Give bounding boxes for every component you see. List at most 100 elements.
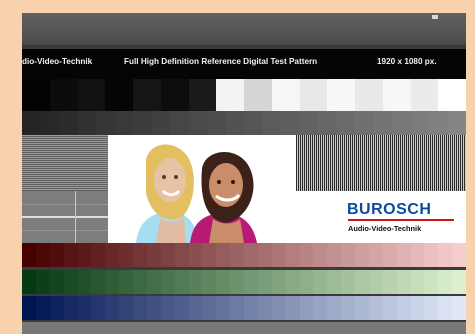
- gray-ramp-step-23: [429, 111, 448, 135]
- red-ramp-step-18: [257, 243, 272, 267]
- gray-ramp-step-2: [40, 111, 59, 135]
- green-ramp-step-32: [452, 270, 466, 294]
- blue-ramp-step-25: [355, 296, 369, 320]
- header-left-text: dio-Video-Technik: [22, 57, 93, 66]
- header-title-text: Full High Definition Reference Digital T…: [124, 57, 318, 66]
- gray-ramp-step-1: [22, 111, 41, 135]
- red-ramp-step-4: [63, 243, 78, 267]
- red-ramp-step-28: [396, 243, 411, 267]
- gray-ramp-step-17: [318, 111, 337, 135]
- green-ramp-step-10: [146, 270, 161, 294]
- gray-ramp-step-14: [262, 111, 281, 135]
- burosch-logo-panel: BUROSCH Audio-Video-Technik: [296, 191, 466, 243]
- step-block-9: [244, 79, 272, 111]
- green-ramp-step-18: [257, 270, 272, 294]
- brand-name: BUROSCH: [347, 201, 432, 218]
- green-ramp-step-1: [22, 270, 36, 294]
- blue-ramp-step-1: [22, 296, 36, 320]
- red-ramp-step-19: [271, 243, 286, 267]
- blue-ramp-step-32: [452, 296, 466, 320]
- step-block-14: [382, 79, 411, 111]
- left-horizontal-lines: [22, 135, 108, 191]
- red-ramp-step-15: [216, 243, 231, 267]
- blue-ramp-step-4: [63, 296, 78, 320]
- blue-ramp-step-31: [438, 296, 453, 320]
- green-color-ramp: [22, 270, 466, 294]
- red-ramp-step-26: [368, 243, 383, 267]
- step-block-6: [160, 79, 189, 111]
- blue-ramp-step-23: [327, 296, 342, 320]
- red-ramp-step-24: [341, 243, 355, 267]
- red-ramp-step-29: [410, 243, 425, 267]
- blue-ramp-step-12: [174, 296, 189, 320]
- gray-ramp-step-11: [207, 111, 226, 135]
- gray-ramp-step-22: [410, 111, 429, 135]
- step-block-8: [216, 79, 244, 111]
- step-block-5: [133, 79, 161, 111]
- blue-ramp-step-22: [313, 296, 328, 320]
- green-ramp-step-2: [35, 270, 50, 294]
- red-ramp-step-11: [160, 243, 175, 267]
- green-ramp-step-29: [410, 270, 425, 294]
- gray-ramp-step-19: [355, 111, 374, 135]
- green-ramp-step-23: [327, 270, 342, 294]
- red-ramp-step-12: [174, 243, 189, 267]
- blue-ramp-step-13: [188, 296, 203, 320]
- green-ramp-step-12: [174, 270, 189, 294]
- green-ramp-step-9: [133, 270, 147, 294]
- red-ramp-step-10: [146, 243, 161, 267]
- gray-ramp-step-20: [373, 111, 392, 135]
- step-block-15: [410, 79, 439, 111]
- blue-ramp-step-7: [105, 296, 120, 320]
- reference-photo: [108, 135, 296, 243]
- red-ramp-step-22: [313, 243, 328, 267]
- step-block-12: [327, 79, 355, 111]
- green-ramp-step-16: [230, 270, 244, 294]
- red-ramp-step-8: [119, 243, 133, 267]
- green-ramp-step-6: [91, 270, 106, 294]
- step-block-10: [271, 79, 300, 111]
- step-block-7: [188, 79, 217, 111]
- step-block-1: [22, 79, 50, 111]
- blue-ramp-step-27: [382, 296, 397, 320]
- green-ramp-step-3: [49, 270, 64, 294]
- green-ramp-step-25: [355, 270, 369, 294]
- red-ramp-step-21: [299, 243, 314, 267]
- red-ramp-step-32: [452, 243, 466, 267]
- blue-color-ramp: [22, 296, 466, 320]
- red-ramp-step-3: [49, 243, 64, 267]
- red-ramp-step-31: [438, 243, 453, 267]
- blue-ramp-step-29: [410, 296, 425, 320]
- blue-ramp-step-28: [396, 296, 411, 320]
- gray-ramp-step-9: [170, 111, 189, 135]
- grid-line-center: [22, 216, 108, 218]
- green-ramp-step-13: [188, 270, 203, 294]
- green-ramp-step-4: [63, 270, 78, 294]
- blue-ramp-step-24: [341, 296, 355, 320]
- brand-red-line: [348, 219, 454, 221]
- blue-ramp-step-20: [285, 296, 300, 320]
- resolution-text: 1920 x 1080 px.: [377, 57, 437, 66]
- blue-ramp-step-6: [91, 296, 106, 320]
- red-ramp-step-6: [91, 243, 106, 267]
- grid-line-vertical: [75, 191, 76, 243]
- brand-subtitle: Audio-Video-Technik: [348, 224, 422, 233]
- gray-ramp-step-12: [225, 111, 244, 135]
- green-ramp-step-24: [341, 270, 355, 294]
- green-ramp-step-30: [424, 270, 439, 294]
- blue-ramp-step-15: [216, 296, 231, 320]
- gray-ramp-step-4: [77, 111, 96, 135]
- green-ramp-step-21: [299, 270, 314, 294]
- green-ramp-step-19: [271, 270, 286, 294]
- green-ramp-step-31: [438, 270, 453, 294]
- red-ramp-step-17: [244, 243, 258, 267]
- red-ramp-step-1: [22, 243, 36, 267]
- red-ramp-step-27: [382, 243, 397, 267]
- top-gray-bar: [22, 13, 466, 45]
- gray-ramp-step-18: [336, 111, 355, 135]
- red-ramp-step-2: [35, 243, 50, 267]
- page-frame: dio-Video-Technik Full High Definition R…: [0, 0, 475, 334]
- red-ramp-step-7: [105, 243, 120, 267]
- red-ramp-step-20: [285, 243, 300, 267]
- title-bar: dio-Video-Technik Full High Definition R…: [22, 49, 466, 79]
